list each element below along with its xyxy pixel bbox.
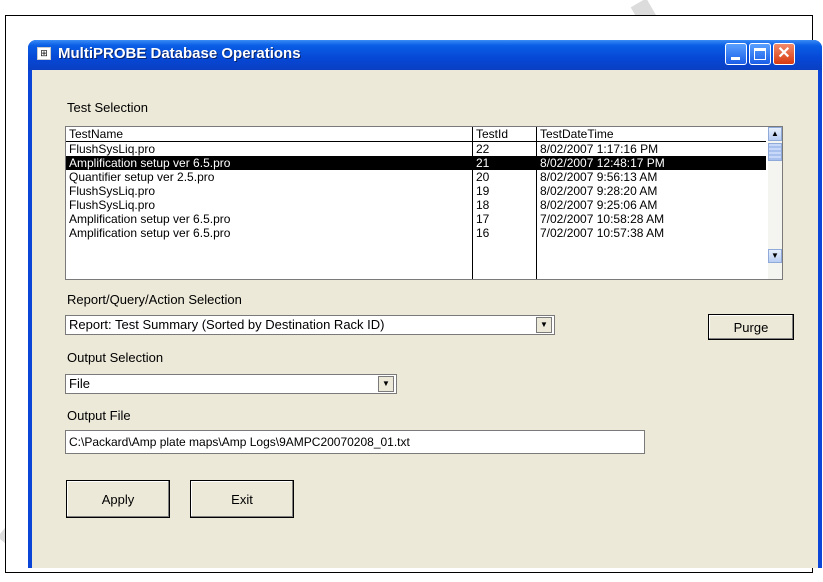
scroll-down-icon[interactable]: ▼	[768, 249, 782, 263]
apply-button[interactable]: Apply	[66, 480, 170, 518]
test-datetime-cell: 7/02/2007 10:58:28 AM	[540, 212, 665, 226]
minimize-button[interactable]	[725, 43, 747, 65]
dialog-body: Test Selection TestName TestId TestDateT…	[32, 70, 818, 568]
test-name-cell: FlushSysLiq.pro	[69, 198, 156, 212]
test-datetime-cell: 8/02/2007 9:28:20 AM	[540, 184, 658, 198]
output-selection-combo[interactable]: File ▼	[65, 374, 397, 394]
test-selection-label: Test Selection	[67, 100, 148, 115]
test-name-cell: FlushSysLiq.pro	[69, 184, 156, 198]
chevron-down-icon[interactable]: ▼	[536, 317, 552, 333]
dialog-window: ⊞ MultiPROBE Database Operations ✕ Test …	[28, 40, 822, 568]
test-datetime-cell: 8/02/2007 9:56:13 AM	[540, 170, 658, 184]
column-header-testname[interactable]: TestName	[69, 127, 123, 141]
vertical-scrollbar[interactable]: ▲ ▼	[768, 127, 782, 279]
test-name-cell: FlushSysLiq.pro	[69, 142, 156, 156]
test-id-cell: 18	[476, 198, 490, 212]
report-selection-value: Report: Test Summary (Sorted by Destinat…	[69, 317, 385, 332]
test-datetime-cell: 8/02/2007 9:25:06 AM	[540, 198, 658, 212]
list-item[interactable]: FlushSysLiq.pro 18 8/02/2007 9:25:06 AM	[66, 198, 766, 212]
exit-button[interactable]: Exit	[190, 480, 294, 518]
scroll-up-icon[interactable]: ▲	[768, 127, 782, 141]
list-item[interactable]: FlushSysLiq.pro 19 8/02/2007 9:28:20 AM	[66, 184, 766, 198]
column-header-testdatetime[interactable]: TestDateTime	[540, 127, 614, 141]
test-id-cell: 16	[476, 226, 490, 240]
output-file-field[interactable]: C:\Packard\Amp plate maps\Amp Logs\9AMPC…	[65, 430, 645, 454]
output-selection-value: File	[69, 376, 90, 391]
test-id-cell: 20	[476, 170, 490, 184]
test-id-cell: 21	[476, 156, 490, 170]
purge-button[interactable]: Purge	[708, 314, 794, 340]
scroll-thumb[interactable]	[768, 143, 782, 161]
test-datetime-cell: 7/02/2007 10:57:38 AM	[540, 226, 665, 240]
minimize-icon	[731, 57, 740, 60]
output-file-label: Output File	[67, 408, 131, 423]
test-datetime-cell: 8/02/2007 12:48:17 PM	[540, 156, 665, 170]
column-header-testid[interactable]: TestId	[476, 127, 508, 141]
list-item[interactable]: Amplification setup ver 6.5.pro 16 7/02/20…	[66, 226, 766, 240]
output-selection-label: Output Selection	[67, 350, 164, 365]
column-divider	[472, 127, 473, 279]
window-title: MultiPROBE Database Operations	[58, 45, 301, 62]
chevron-down-icon[interactable]: ▼	[378, 376, 394, 392]
test-datetime-cell: 8/02/2007 1:17:16 PM	[540, 142, 659, 156]
list-item[interactable]: Amplification setup ver 6.5.pro 21 8/02/20…	[66, 156, 766, 170]
test-id-cell: 17	[476, 212, 490, 226]
list-item[interactable]: Quantifier setup ver 2.5.pro 20 8/02/2007 …	[66, 170, 766, 184]
close-button[interactable]: ✕	[773, 43, 795, 65]
test-id-cell: 22	[476, 142, 490, 156]
test-name-cell: Amplification setup ver 6.5.pro	[69, 156, 231, 170]
report-selection-label: Report/Query/Action Selection	[67, 292, 242, 307]
test-name-cell: Quantifier setup ver 2.5.pro	[69, 170, 215, 184]
test-name-cell: Amplification setup ver 6.5.pro	[69, 226, 231, 240]
list-header: TestName TestId TestDateTime	[66, 127, 766, 142]
list-item[interactable]: FlushSysLiq.pro 22 8/02/2007 1:17:16 PM	[66, 142, 766, 156]
test-name-cell: Amplification setup ver 6.5.pro	[69, 212, 231, 226]
list-item[interactable]: Amplification setup ver 6.5.pro 17 7/02/20…	[66, 212, 766, 226]
form-icon[interactable]: ⊞	[37, 47, 51, 60]
report-selection-combo[interactable]: Report: Test Summary (Sorted by Destinat…	[65, 315, 555, 335]
maximize-button[interactable]	[749, 43, 771, 65]
column-divider	[536, 127, 537, 279]
test-selection-list[interactable]: TestName TestId TestDateTime FlushSysLiq…	[65, 126, 783, 280]
test-id-cell: 19	[476, 184, 490, 198]
maximize-icon	[754, 48, 766, 60]
close-icon: ✕	[777, 45, 791, 62]
title-bar[interactable]: ⊞ MultiPROBE Database Operations ✕	[28, 40, 822, 70]
